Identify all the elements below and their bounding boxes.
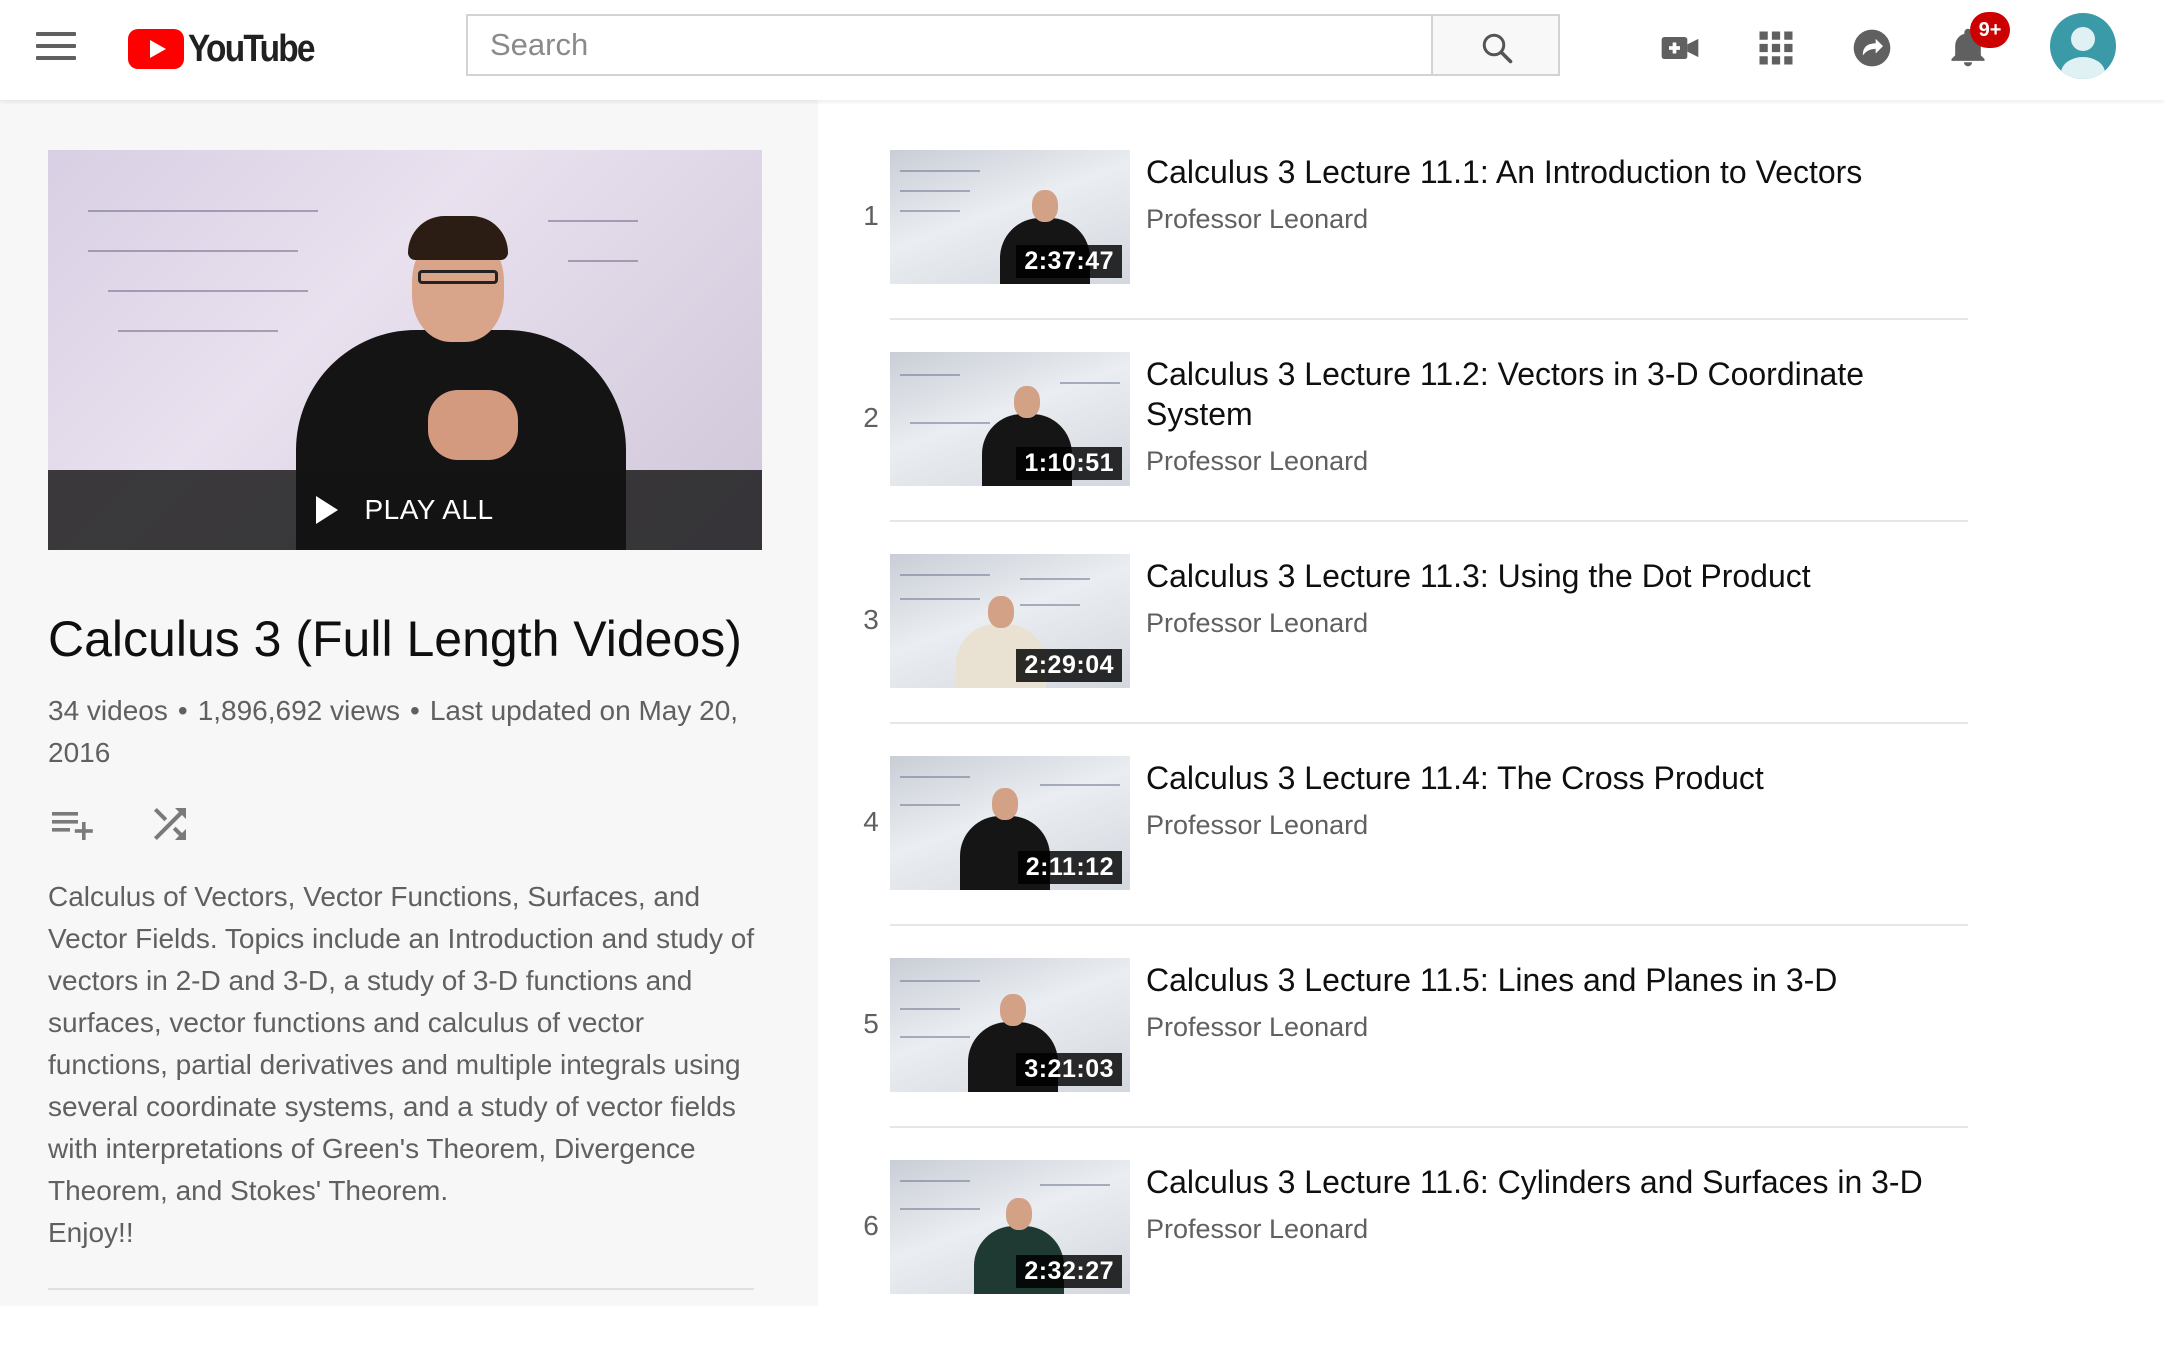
video-thumbnail[interactable]: 2:37:47 — [890, 150, 1130, 284]
divider — [890, 722, 1968, 724]
description-signoff: Enjoy!! — [48, 1217, 134, 1248]
youtube-play-icon — [128, 29, 184, 69]
playlist-actions — [48, 800, 244, 848]
video-camera-icon[interactable] — [1658, 26, 1702, 70]
video-title[interactable]: Calculus 3 Lecture 11.2: Vectors in 3-D … — [1146, 354, 1946, 434]
playlist-video-row[interactable]: 4 2:11:12 Calculus 3 Lecture 11.4: The C… — [818, 756, 1968, 958]
playlist-sidebar: PLAY ALL Calculus 3 (Full Length Videos)… — [0, 100, 818, 1306]
search-icon — [1482, 33, 1513, 64]
video-channel[interactable]: Professor Leonard — [1146, 446, 1368, 477]
playlist-video-row[interactable]: 3 2:29:04 Calculus 3 Lecture 11.3: Using… — [818, 554, 1968, 756]
video-channel[interactable]: Professor Leonard — [1146, 810, 1368, 841]
playlist-video-row[interactable]: 5 3:21:03 Calculus 3 Lecture 11.5: Lines… — [818, 958, 1968, 1160]
divider — [48, 1288, 754, 1290]
video-title[interactable]: Calculus 3 Lecture 11.1: An Introduction… — [1146, 152, 1946, 192]
video-index: 6 — [863, 1210, 879, 1241]
avatar[interactable] — [2050, 13, 2116, 79]
playlist-description: Calculus of Vectors, Vector Functions, S… — [48, 876, 768, 1254]
video-thumbnail[interactable]: 2:29:04 — [890, 554, 1130, 688]
video-thumbnail[interactable]: 2:32:27 — [890, 1160, 1130, 1294]
playlist-hero-thumbnail[interactable]: PLAY ALL — [48, 150, 762, 550]
video-duration: 2:29:04 — [1016, 649, 1122, 682]
video-index: 2 — [863, 402, 879, 433]
video-thumbnail[interactable]: 3:21:03 — [890, 958, 1130, 1092]
notification-badge: 9+ — [1970, 12, 2010, 48]
divider — [890, 1126, 1968, 1128]
video-duration: 2:11:12 — [1017, 851, 1122, 884]
menu-icon[interactable] — [36, 32, 76, 62]
divider — [890, 520, 1968, 522]
video-title[interactable]: Calculus 3 Lecture 11.5: Lines and Plane… — [1146, 960, 1946, 1000]
divider — [890, 318, 1968, 320]
video-count: 34 videos — [48, 695, 168, 726]
user-avatar-icon — [2061, 27, 2105, 79]
logo-text: YouTube — [188, 27, 316, 70]
video-channel[interactable]: Professor Leonard — [1146, 204, 1368, 235]
view-count: 1,896,692 views — [197, 695, 401, 726]
divider — [890, 924, 1968, 926]
video-title[interactable]: Calculus 3 Lecture 11.3: Using the Dot P… — [1146, 556, 1946, 596]
video-index: 5 — [863, 1008, 879, 1039]
search-box — [466, 14, 1432, 76]
add-to-queue-icon[interactable] — [48, 800, 96, 848]
top-bar: YouTube Search 9+ — [0, 0, 2164, 100]
video-index: 4 — [863, 806, 879, 837]
playlist-title: Calculus 3 (Full Length Videos) — [48, 611, 742, 667]
video-channel[interactable]: Professor Leonard — [1146, 1012, 1368, 1043]
playlist-video-row[interactable]: 6 2:32:27 Calculus 3 Lecture 11.6: Cylin… — [818, 1160, 1968, 1362]
shuffle-icon[interactable] — [146, 800, 194, 848]
video-duration: 1:10:51 — [1016, 447, 1122, 480]
description-text: Calculus of Vectors, Vector Functions, S… — [48, 881, 755, 1206]
video-duration: 2:32:27 — [1016, 1255, 1122, 1288]
playlist-video-row[interactable]: 1 2:37:47 Calculus 3 Lecture 11.1: An In… — [818, 150, 1968, 352]
playlist-video-list: 1 2:37:47 Calculus 3 Lecture 11.1: An In… — [818, 100, 2164, 1306]
search-input[interactable] — [468, 16, 1432, 74]
youtube-logo[interactable]: YouTube — [128, 26, 331, 72]
video-channel[interactable]: Professor Leonard — [1146, 608, 1368, 639]
play-all-label: PLAY ALL — [364, 494, 494, 525]
video-title[interactable]: Calculus 3 Lecture 11.4: The Cross Produ… — [1146, 758, 1946, 798]
apps-grid-icon[interactable] — [1754, 26, 1798, 70]
video-title[interactable]: Calculus 3 Lecture 11.6: Cylinders and S… — [1146, 1162, 1946, 1202]
video-thumbnail[interactable]: 1:10:51 — [890, 352, 1130, 486]
video-index: 3 — [863, 604, 879, 635]
search-button[interactable] — [1431, 14, 1560, 76]
play-all-button[interactable]: PLAY ALL — [48, 470, 762, 550]
share-arrow-icon[interactable] — [1850, 26, 1894, 70]
playlist-stats: 34 videos • 1,896,692 views • Last updated o… — [48, 695, 739, 768]
play-icon — [316, 496, 339, 524]
video-duration: 2:37:47 — [1016, 245, 1122, 278]
video-channel[interactable]: Professor Leonard — [1146, 1214, 1368, 1245]
video-thumbnail[interactable]: 2:11:12 — [890, 756, 1130, 890]
video-duration: 3:21:03 — [1016, 1053, 1122, 1086]
playlist-video-row[interactable]: 2 1:10:51 Calculus 3 Lecture 11.2: Vecto… — [818, 352, 1968, 554]
video-index: 1 — [863, 200, 879, 231]
